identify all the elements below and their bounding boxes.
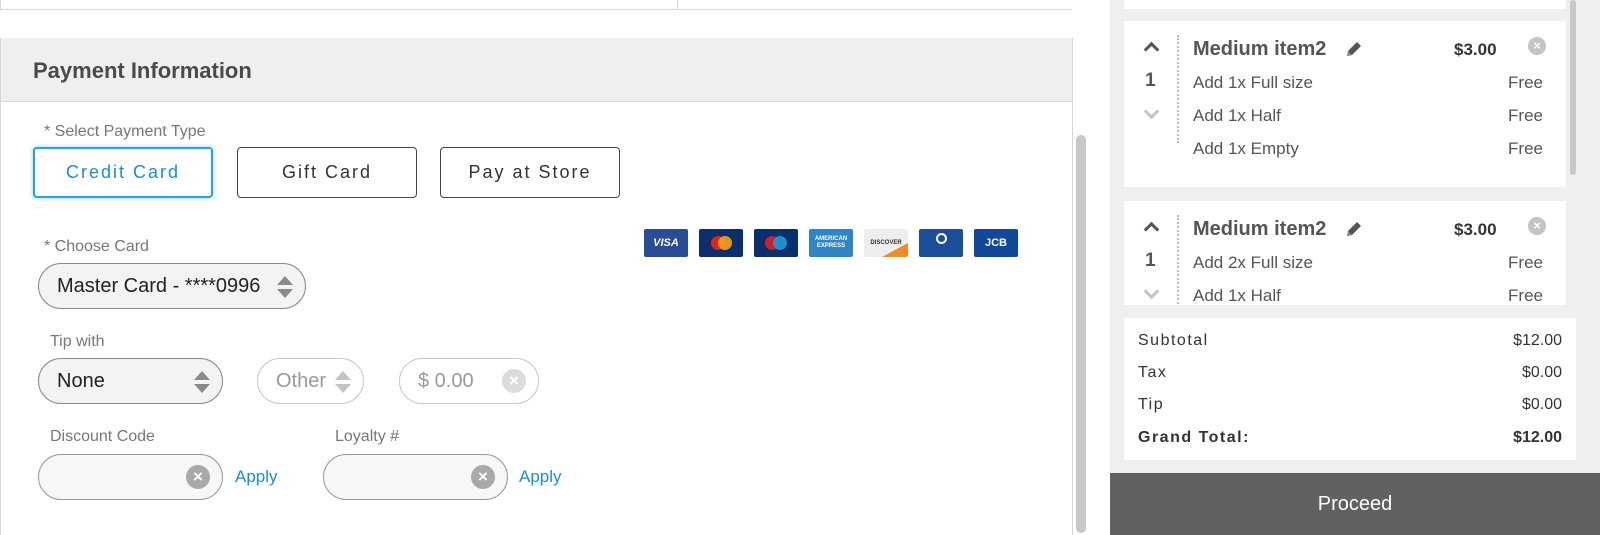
pay-at-store-button[interactable]: Pay at Store [440, 147, 620, 198]
clear-icon[interactable]: × [186, 465, 210, 489]
modifier-label: Add 1x Full size [1193, 73, 1313, 92]
discount-code-input[interactable]: × [38, 454, 223, 500]
tip-other-select[interactable]: Other [257, 358, 364, 404]
tip-label: Tip with [50, 333, 105, 350]
diners-club-icon [919, 229, 963, 257]
card-select[interactable]: Master Card - ****0996 [38, 263, 306, 309]
loyalty-input[interactable]: × [323, 454, 508, 500]
cart-scrollbar[interactable] [1570, 0, 1576, 175]
select-arrows-icon [194, 371, 210, 393]
cart-item: 1 Medium item2 $3.00 × Add 1x Full size … [1124, 21, 1566, 187]
divider [1177, 35, 1179, 143]
discount-code-label: Discount Code [50, 428, 155, 445]
subtotal-value: $12.00 [1513, 332, 1562, 349]
scrollbar[interactable] [1076, 135, 1086, 533]
modifier-price: Free [1508, 286, 1543, 305]
tip-amount-value: $ 0.00 [418, 369, 474, 392]
amex-icon: AMERICAN EXPRESS [809, 229, 853, 257]
item-quantity: 1 [1145, 250, 1156, 271]
order-totals: Subtotal $12.00 Tax $0.00 Tip $0.00 Gran… [1124, 318, 1576, 460]
top-strip [0, 0, 1072, 10]
divider [1177, 215, 1179, 305]
clear-icon[interactable]: × [502, 369, 526, 393]
clear-icon[interactable]: × [471, 465, 495, 489]
edit-pencil-icon[interactable] [1345, 40, 1363, 58]
tip-select[interactable]: None [38, 358, 223, 404]
subtotal-label: Subtotal [1138, 332, 1209, 349]
modifier-label: Add 2x Full size [1193, 253, 1313, 272]
tip-other-value: Other [276, 369, 327, 392]
credit-card-button[interactable]: Credit Card [33, 147, 213, 198]
item-price: $3.00 [1454, 40, 1497, 59]
select-arrows-icon [335, 371, 351, 393]
modifier-price: Free [1508, 106, 1543, 125]
item-price: $3.00 [1454, 220, 1497, 239]
gift-card-button[interactable]: Gift Card [237, 147, 417, 198]
remove-item-icon[interactable]: × [1528, 37, 1546, 55]
cart-card-prev [1124, 0, 1566, 9]
payment-type-label: * Select Payment Type [44, 123, 206, 140]
tax-label: Tax [1138, 364, 1168, 381]
page-title: Payment Information [33, 58, 252, 83]
maestro-icon [754, 229, 798, 257]
cart-item: 1 Medium item2 $3.00 × Add 2x Full size … [1124, 201, 1566, 305]
qty-decrease-icon[interactable] [1143, 103, 1160, 120]
apply-loyalty-link[interactable]: Apply [519, 467, 562, 487]
qty-increase-icon[interactable] [1143, 219, 1160, 238]
edit-pencil-icon[interactable] [1345, 220, 1363, 238]
visa-icon: VISA [644, 229, 688, 257]
loyalty-label: Loyalty # [335, 428, 400, 445]
jcb-icon: JCB [974, 229, 1018, 257]
item-name: Medium item2 [1193, 38, 1327, 60]
qty-increase-icon[interactable] [1143, 39, 1160, 58]
grand-total-value: $12.00 [1513, 429, 1562, 446]
modifier-label: Add 1x Empty [1193, 139, 1299, 158]
proceed-button[interactable]: Proceed [1110, 473, 1600, 535]
discover-icon: DISCOVER [864, 229, 908, 257]
item-quantity: 1 [1145, 70, 1156, 91]
remove-item-icon[interactable]: × [1528, 217, 1546, 235]
modifier-label: Add 1x Half [1193, 286, 1281, 305]
tax-value: $0.00 [1521, 364, 1562, 381]
tip-select-value: None [57, 369, 105, 392]
modifier-price: Free [1508, 139, 1543, 158]
grand-total-label: Grand Total: [1138, 429, 1250, 446]
choose-card-label: * Choose Card [44, 238, 149, 255]
select-arrows-icon [277, 276, 293, 298]
strip-divider [677, 0, 678, 9]
tip-amount-input[interactable]: $ 0.00 × [399, 358, 539, 404]
card-select-value: Master Card - ****0996 [57, 274, 261, 297]
apply-discount-link[interactable]: Apply [235, 467, 278, 487]
payment-panel: Payment Information * Select Payment Typ… [0, 0, 1090, 535]
modifier-label: Add 1x Half [1193, 106, 1281, 125]
mastercard-icon [699, 229, 743, 257]
modifier-price: Free [1508, 253, 1543, 272]
accepted-cards: VISA AMERICAN EXPRESS DISCOVER JCB [644, 229, 1018, 257]
qty-decrease-icon[interactable] [1143, 283, 1160, 300]
modifier-price: Free [1508, 73, 1543, 92]
item-name: Medium item2 [1193, 218, 1327, 240]
tip-total-value: $0.00 [1521, 396, 1562, 413]
tip-total-label: Tip [1138, 396, 1165, 413]
